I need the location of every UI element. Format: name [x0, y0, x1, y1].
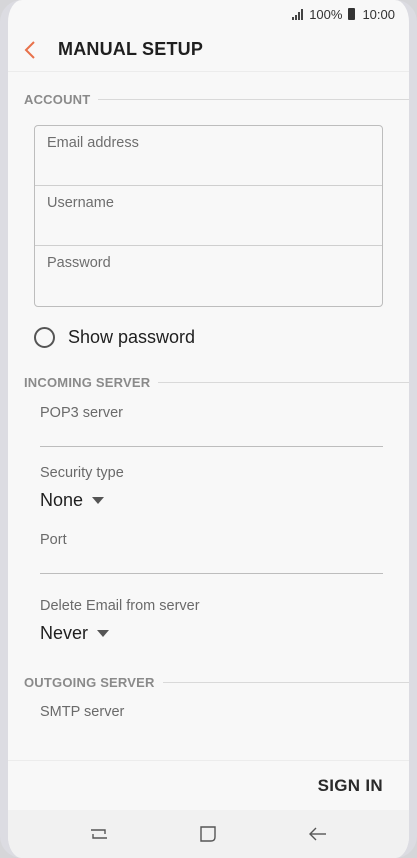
email-field[interactable]: Email address — [35, 126, 382, 186]
pop3-server-input[interactable] — [8, 421, 409, 446]
section-incoming-server: INCOMING SERVER — [8, 368, 409, 396]
username-field-label: Username — [47, 195, 114, 211]
battery-icon — [348, 8, 356, 20]
app-bar: MANUAL SETUP — [8, 28, 409, 72]
phone-screen: 100% 10:00 MANUAL SETUP ACCOUNT Email ad… — [0, 0, 417, 858]
password-field[interactable]: Password — [35, 246, 382, 306]
delete-email-dropdown[interactable]: Never — [8, 623, 409, 644]
system-nav-bar — [8, 810, 409, 858]
port-input[interactable] — [8, 548, 409, 573]
email-field-label: Email address — [47, 135, 139, 151]
dropdown-arrow-icon — [97, 630, 110, 637]
section-label: ACCOUNT — [24, 91, 91, 107]
back-arrow-icon[interactable] — [298, 814, 338, 854]
recent-apps-icon[interactable] — [79, 814, 119, 854]
status-bar: 100% 10:00 — [8, 0, 409, 28]
sign-in-button[interactable]: SIGN IN — [318, 776, 383, 796]
settings-form[interactable]: ACCOUNT Email address Username Password … — [8, 72, 409, 760]
username-field[interactable]: Username — [35, 186, 382, 246]
divider — [98, 98, 409, 100]
bottom-action-bar: SIGN IN — [8, 760, 409, 810]
port-underline — [40, 573, 383, 574]
chevron-left-icon[interactable] — [10, 28, 50, 72]
home-icon[interactable] — [188, 814, 228, 854]
pop3-server-underline — [40, 446, 383, 447]
show-password-radio[interactable] — [34, 326, 55, 348]
battery-percent: 100% — [309, 6, 343, 22]
port-label: Port — [40, 532, 67, 548]
divider — [162, 681, 409, 683]
show-password-toggle[interactable]: Show password — [8, 315, 409, 359]
dropdown-arrow-icon — [92, 497, 105, 504]
pop3-server-label: POP3 server — [40, 405, 123, 421]
section-outgoing-server: OUTGOING SERVER — [8, 668, 409, 696]
section-label: OUTGOING SERVER — [24, 674, 155, 690]
section-account: ACCOUNT — [8, 85, 409, 113]
account-fields-box: Email address Username Password — [34, 125, 383, 307]
password-field-label: Password — [47, 255, 111, 271]
delete-email-label: Delete Email from server — [40, 598, 200, 614]
security-type-dropdown[interactable]: None — [8, 490, 409, 511]
delete-email-value: Never — [40, 623, 89, 643]
divider — [158, 381, 409, 383]
security-type-label: Security type — [40, 465, 124, 481]
page-title: MANUAL SETUP — [58, 39, 204, 59]
show-password-label: Show password — [68, 326, 196, 347]
smtp-server-label: SMTP server — [40, 704, 125, 720]
clock: 10:00 — [362, 6, 395, 22]
section-label: INCOMING SERVER — [24, 374, 151, 390]
signal-icon — [292, 8, 304, 20]
security-type-value: None — [40, 490, 84, 510]
